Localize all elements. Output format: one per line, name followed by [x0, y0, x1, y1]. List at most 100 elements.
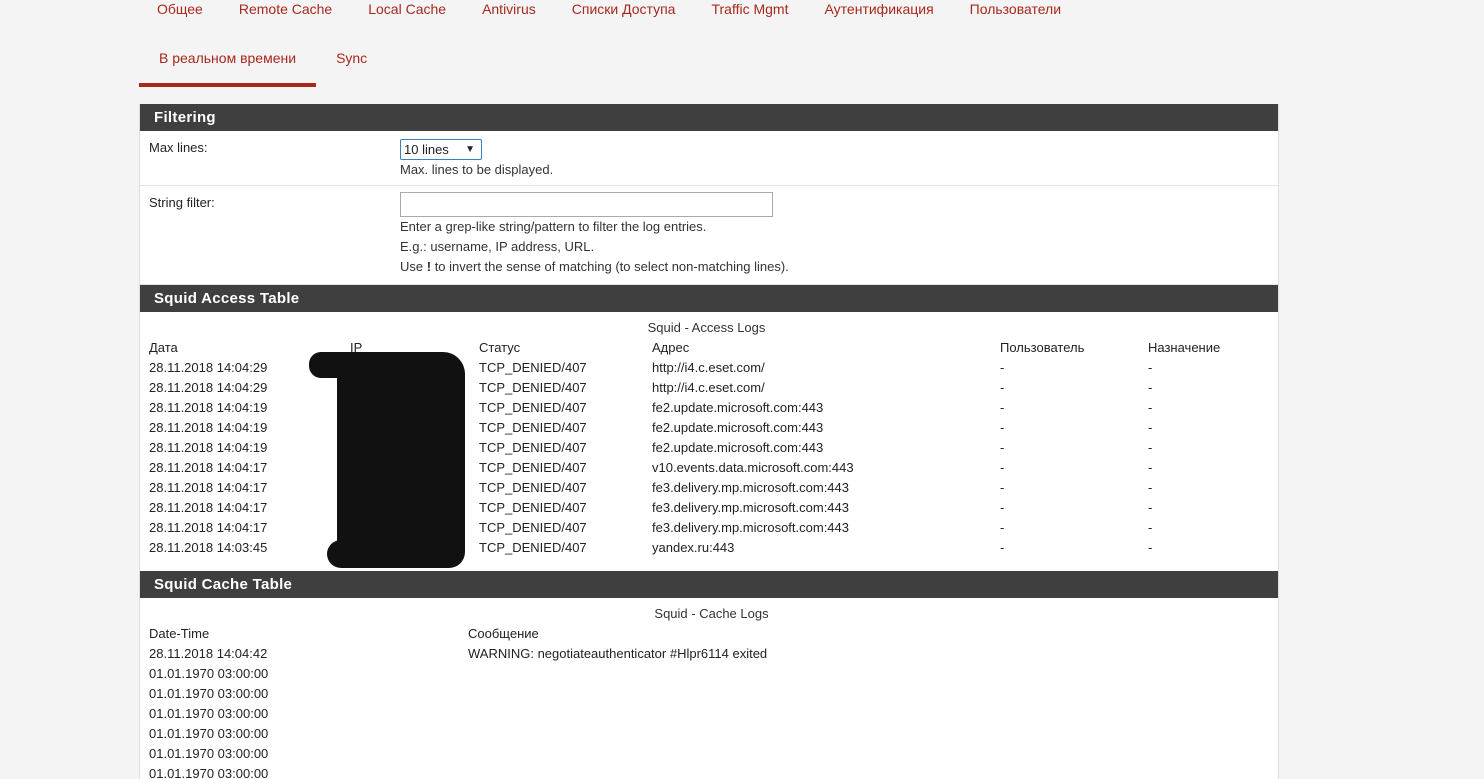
cell-status: TCP_DENIED/407 [479, 540, 587, 555]
table-row: 28.11.2018 14:04:19 TCP_DENIED/407 fe2.upd… [140, 398, 1269, 418]
tabs-secondary: В реальном времени Sync [139, 49, 387, 87]
tab-users[interactable]: Пользователи [952, 0, 1079, 22]
cell-status: TCP_DENIED/407 [479, 400, 587, 415]
string-filter-help-2: E.g.: username, IP address, URL. [400, 239, 595, 254]
col-date-time: Date-Time [149, 626, 210, 641]
cell-message [459, 724, 1159, 744]
cell-message [459, 764, 1159, 779]
cell-destination: - [1148, 520, 1153, 535]
cell-date-time: 28.11.2018 14:04:42 [149, 646, 268, 661]
string-filter-input[interactable] [400, 192, 773, 217]
cache-log-table: Date-Time Сообщение 28.11.2018 14:04:42 W… [140, 624, 1159, 779]
cell-user: - [1000, 360, 1005, 375]
cell-status: TCP_DENIED/407 [479, 420, 587, 435]
tab-local-cache[interactable]: Local Cache [350, 0, 464, 22]
access-header-row: Дата IP Статус Адрес Пользователь Назнач… [140, 338, 1269, 358]
table-row: 28.11.2018 14:04:19 TCP_DENIED/407 fe2.upd… [140, 418, 1269, 438]
cell-message [459, 684, 1159, 704]
cell-status: TCP_DENIED/407 [479, 440, 587, 455]
cell-user: - [1000, 440, 1005, 455]
table-row: 28.11.2018 14:04:29 TCP_DENIED/407 http://… [140, 378, 1269, 398]
col-date: Дата [149, 340, 178, 355]
cell-date: 28.11.2018 14:04:17 [149, 460, 268, 475]
cell-user: - [1000, 500, 1005, 515]
cell-status: TCP_DENIED/407 [479, 520, 587, 535]
cell-message [459, 744, 1159, 764]
col-destination: Назначение [1148, 340, 1221, 355]
cell-destination: - [1148, 480, 1153, 495]
cell-date: 28.11.2018 14:03:45 [149, 540, 268, 555]
cell-user: - [1000, 420, 1005, 435]
table-row: 28.11.2018 14:04:19 TCP_DENIED/407 fe2.upd… [140, 438, 1269, 458]
help-3-pre: Use [400, 259, 427, 274]
col-user: Пользователь [1000, 340, 1085, 355]
filtering-heading: Filtering [140, 104, 1278, 131]
cell-address: fe3.delivery.mp.microsoft.com:443 [652, 500, 849, 515]
cell-address: http://i4.c.eset.com/ [652, 360, 765, 375]
cell-date-time: 01.01.1970 03:00:00 [149, 686, 269, 701]
cell-destination: - [1148, 500, 1153, 515]
table-row: 01.01.1970 03:00:00 [140, 724, 1159, 744]
tab-realtime[interactable]: В реальном времени [139, 49, 317, 87]
tab-sync[interactable]: Sync [316, 49, 387, 83]
tab-remote-cache[interactable]: Remote Cache [221, 0, 350, 22]
max-lines-help: Max. lines to be displayed. [400, 162, 554, 177]
table-row: 01.01.1970 03:00:00 [140, 744, 1159, 764]
cell-date: 28.11.2018 14:04:17 [149, 520, 268, 535]
cell-address: fe3.delivery.mp.microsoft.com:443 [652, 480, 849, 495]
tab-traffic-mgmt[interactable]: Traffic Mgmt [693, 0, 806, 22]
cache-caption: Squid - Cache Logs [654, 606, 769, 621]
cell-date: 28.11.2018 14:04:29 [149, 380, 268, 395]
cell-destination: - [1148, 440, 1153, 455]
cell-destination: - [1148, 400, 1153, 415]
table-row: 01.01.1970 03:00:00 [140, 704, 1159, 724]
tab-authentication[interactable]: Аутентификация [806, 0, 951, 22]
cell-destination: - [1148, 420, 1153, 435]
col-message: Сообщение [468, 626, 539, 641]
cell-user: - [1000, 380, 1005, 395]
tab-access-lists[interactable]: Списки Доступа [554, 0, 694, 22]
cell-status: TCP_DENIED/407 [479, 380, 587, 395]
tab-general[interactable]: Общее [139, 0, 221, 22]
tabs-primary: Общее Remote Cache Local Cache Antivirus… [139, 0, 1079, 22]
table-row: 28.11.2018 14:04:17 TCP_DENIED/407 fe3.del… [140, 478, 1269, 498]
cell-date-time: 01.01.1970 03:00:00 [149, 746, 269, 761]
table-row: 01.01.1970 03:00:00 [140, 684, 1159, 704]
col-status: Статус [479, 340, 521, 355]
cache-log-block: Squid - Cache Logs Date-Time Сообщение 2… [140, 598, 1278, 779]
cell-status: TCP_DENIED/407 [479, 460, 587, 475]
access-caption: Squid - Access Logs [647, 320, 766, 335]
cell-status: TCP_DENIED/407 [479, 360, 587, 375]
realtime-panel: Filtering Max lines: 10 lines ▼ Max. lin… [139, 104, 1279, 779]
cell-address: v10.events.data.microsoft.com:443 [652, 460, 854, 475]
cell-date: 28.11.2018 14:04:19 [149, 400, 268, 415]
table-row: 28.11.2018 14:04:17 TCP_DENIED/407 fe3.del… [140, 518, 1269, 538]
max-lines-select[interactable]: 10 lines ▼ [400, 139, 482, 160]
cell-address: http://i4.c.eset.com/ [652, 380, 765, 395]
cell-destination: - [1148, 540, 1153, 555]
cell-user: - [1000, 400, 1005, 415]
access-table-heading: Squid Access Table [140, 285, 1278, 312]
tab-antivirus[interactable]: Antivirus [464, 0, 554, 22]
table-row: 28.11.2018 14:03:45 TCP_DENIED/407 yandex.… [140, 538, 1269, 558]
cell-date-time: 01.01.1970 03:00:00 [149, 706, 269, 721]
cell-message: WARNING: negotiateauthenticator #Hlpr611… [468, 646, 768, 661]
cell-user: - [1000, 460, 1005, 475]
page: Общее Remote Cache Local Cache Antivirus… [0, 0, 1484, 779]
cell-user: - [1000, 480, 1005, 495]
cache-table-heading: Squid Cache Table [140, 571, 1278, 598]
cell-address: fe2.update.microsoft.com:443 [652, 400, 824, 415]
cell-status: TCP_DENIED/407 [479, 480, 587, 495]
table-row: 28.11.2018 14:04:17 TCP_DENIED/407 fe3.del… [140, 498, 1269, 518]
cell-destination: - [1148, 460, 1153, 475]
access-log-block: Squid - Access Logs Дата IP Статус Адрес… [140, 312, 1278, 571]
cell-address: yandex.ru:443 [652, 540, 735, 555]
cell-address: fe3.delivery.mp.microsoft.com:443 [652, 520, 849, 535]
cell-user: - [1000, 540, 1005, 555]
cell-status: TCP_DENIED/407 [479, 500, 587, 515]
cell-date: 28.11.2018 14:04:17 [149, 480, 268, 495]
string-filter-row: String filter: Enter a grep-like string/… [140, 186, 1278, 285]
max-lines-value: 10 lines [404, 142, 449, 157]
cell-date: 28.11.2018 14:04:19 [149, 440, 268, 455]
redaction-mark [309, 352, 465, 568]
